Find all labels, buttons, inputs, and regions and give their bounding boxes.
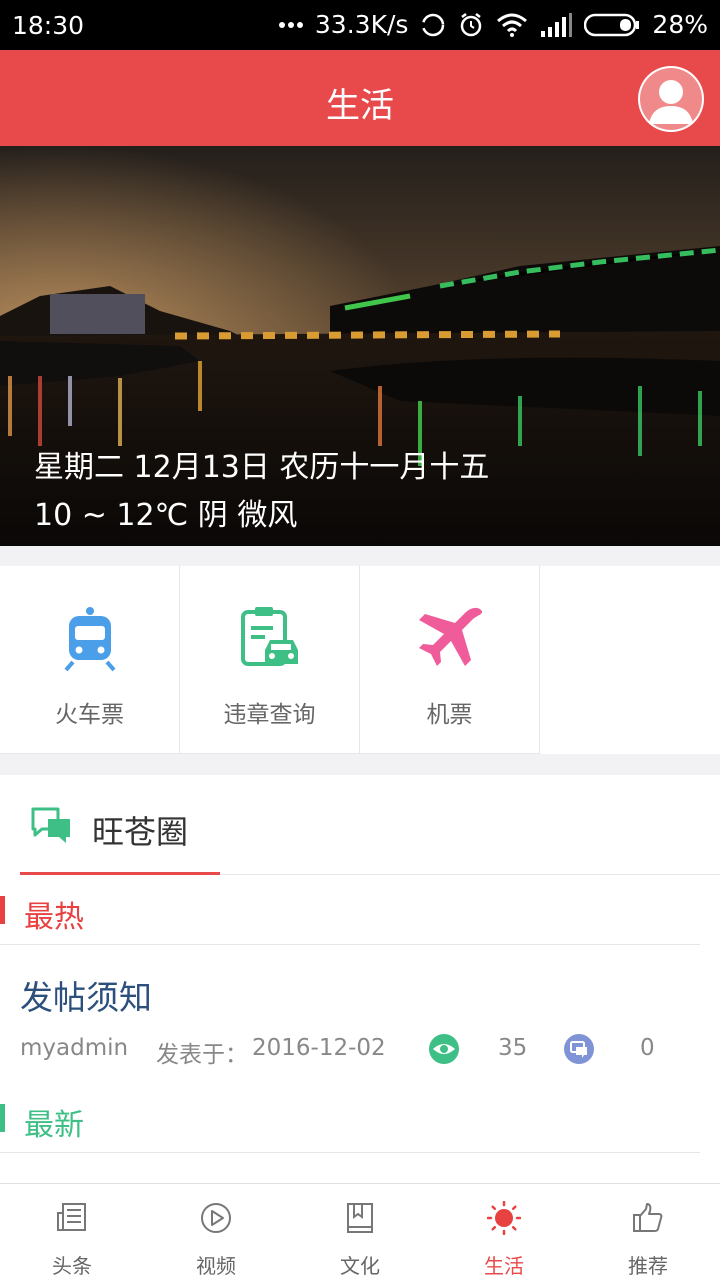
post-date: 2016-12-02: [252, 1035, 386, 1061]
bottom-nav: 头条 视频 文化 生活 推荐: [0, 1183, 720, 1280]
nav-label: 文化: [340, 1254, 380, 1278]
view-count: 35: [498, 1035, 528, 1061]
battery-icon: [584, 13, 640, 37]
post-date-label: 发表于：: [156, 1042, 248, 1068]
post-meta: myadmin 发表于： 2016-12-02 35 0: [20, 1033, 700, 1068]
status-time: 18:30: [12, 11, 85, 40]
nav-label: 推荐: [628, 1254, 668, 1278]
more-dots-icon: [278, 21, 303, 29]
new-marker: [0, 1104, 5, 1132]
nav-label: 视频: [196, 1254, 236, 1278]
signal-icon: [540, 12, 573, 37]
service-traffic-violation[interactable]: 违章查询: [180, 566, 360, 754]
avatar[interactable]: [638, 66, 704, 132]
night-lake-image: [0, 146, 720, 546]
nav-life[interactable]: 生活: [432, 1184, 576, 1280]
nav-label: 生活: [484, 1254, 524, 1278]
service-flight-tickets[interactable]: 机票: [360, 566, 540, 754]
weather-banner[interactable]: 星期二 12月13日 农历十一月十五 10 ~ 12℃ 阴 微风: [0, 146, 720, 546]
airplane-icon: [418, 607, 482, 666]
network-speed: 33.3K/s: [314, 10, 409, 39]
tab-community[interactable]: 旺苍圈: [20, 775, 220, 875]
book-icon: [347, 1203, 373, 1233]
wifi-icon: [496, 13, 528, 37]
service-label: 火车票: [55, 702, 124, 728]
banner-weather: 10 ~ 12℃ 阴 微风: [34, 498, 298, 533]
service-label: 机票: [426, 702, 473, 728]
play-icon: [201, 1203, 231, 1233]
service-train-tickets[interactable]: 火车票: [0, 566, 180, 754]
section-new-label: 最新: [24, 1108, 84, 1143]
user-avatar-icon: [640, 68, 702, 130]
nav-culture[interactable]: 文化: [288, 1184, 432, 1280]
comment-count: 0: [640, 1035, 655, 1061]
community-card: 旺苍圈 最热 发帖须知 myadmin 发表于： 2016-12-02 35 0…: [0, 775, 720, 1183]
section-hot-label: 最热: [24, 900, 84, 935]
status-bar: 18:30 33.3K/s 28%: [0, 0, 720, 50]
chat-bubbles-icon: [31, 807, 70, 843]
newspaper-icon: [57, 1203, 86, 1231]
traffic-violation-icon: [240, 607, 298, 666]
status-icons: 33.3K/s 28%: [278, 10, 708, 39]
sync-icon: [420, 12, 446, 38]
nav-recommend[interactable]: 推荐: [576, 1184, 720, 1280]
alarm-icon: [458, 12, 484, 38]
eye-icon: [429, 1034, 459, 1064]
post-author[interactable]: myadmin: [20, 1035, 128, 1061]
page-title: 生活: [326, 86, 394, 126]
nav-headlines[interactable]: 头条: [0, 1184, 144, 1280]
services-grid: 火车票 违章查询 机票: [0, 566, 720, 754]
app-header: 生活: [0, 50, 720, 146]
community-title: 旺苍圈: [92, 813, 189, 851]
train-icon: [63, 607, 116, 672]
battery-level: 28%: [652, 10, 708, 39]
comment-icon: [564, 1034, 594, 1064]
post-title[interactable]: 发帖须知: [20, 971, 152, 1019]
hot-marker: [0, 896, 5, 924]
nav-label: 头条: [52, 1254, 92, 1278]
section-hot[interactable]: 最热: [0, 875, 700, 945]
sun-icon: [487, 1201, 521, 1235]
nav-video[interactable]: 视频: [144, 1184, 288, 1280]
service-label: 违章查询: [223, 702, 316, 728]
banner-date: 星期二 12月13日 农历十一月十五: [34, 450, 490, 485]
thumbs-up-icon: [633, 1203, 663, 1232]
section-new[interactable]: 最新: [0, 1083, 700, 1153]
